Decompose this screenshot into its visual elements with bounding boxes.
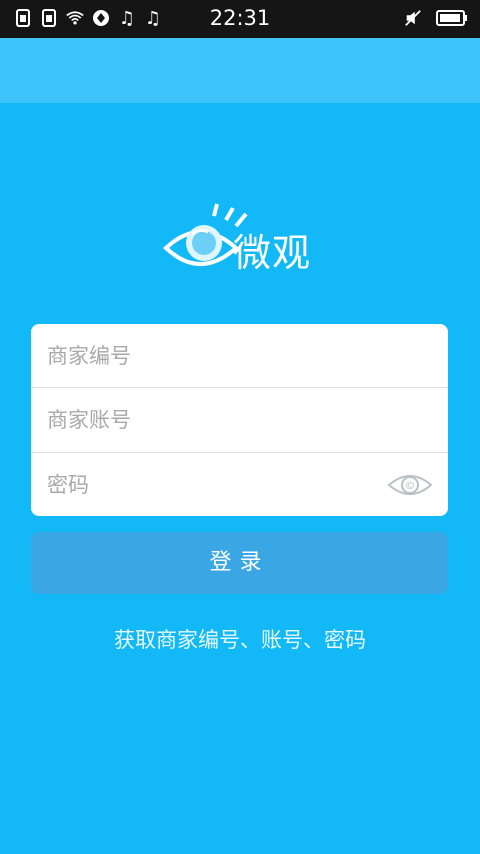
status-bar: ♫ ♫ 22:31 [0, 0, 480, 38]
status-bar-right-icons [404, 8, 468, 28]
show-password-eye-icon[interactable]: © [387, 470, 433, 500]
account-input[interactable] [47, 388, 377, 452]
svg-text:©: © [405, 479, 416, 492]
top-bar [0, 38, 480, 103]
password-row: © [31, 453, 448, 516]
app-logo-text: 微观 [233, 231, 312, 275]
login-form: © [31, 324, 448, 516]
mute-icon [404, 8, 422, 28]
password-input[interactable] [47, 453, 377, 516]
account-row [31, 388, 448, 452]
login-button[interactable]: 登录 [31, 532, 448, 594]
battery-icon [436, 8, 468, 28]
merchant-id-input[interactable] [47, 324, 377, 388]
get-credentials-link[interactable]: 获取商家编号、账号、密码 [0, 624, 480, 654]
merchant-id-row [31, 324, 448, 388]
